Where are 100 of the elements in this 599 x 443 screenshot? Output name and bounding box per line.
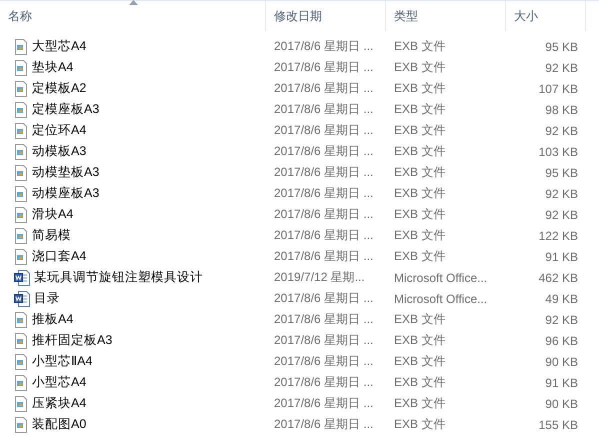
file-size: 122 KB [538, 228, 579, 242]
file-icon [14, 416, 28, 432]
modified-date: 2017/8/6 星期日 ... [273, 290, 374, 307]
file-name[interactable]: 大型芯A4 [32, 38, 86, 55]
file-size: 95 KB [544, 166, 579, 180]
file-size: 98 KB [544, 102, 579, 116]
file-icon [14, 144, 28, 160]
file-type: EXB 文件 [393, 248, 446, 265]
file-type: EXB 文件 [393, 416, 446, 433]
file-size: 92 KB [544, 208, 579, 222]
file-size: 92 KB [544, 312, 579, 326]
file-name[interactable]: 动模板A3 [32, 143, 86, 160]
file-name[interactable]: 浇口套A4 [32, 248, 86, 265]
file-size: 155 KB [538, 418, 579, 432]
file-name[interactable]: 压紧块A4 [32, 395, 86, 412]
file-type: EXB 文件 [393, 332, 446, 349]
file-type: EXB 文件 [393, 374, 446, 391]
file-name[interactable]: 滑块A4 [32, 206, 74, 223]
file-size: 107 KB [538, 82, 579, 96]
file-icon [14, 354, 28, 370]
file-name[interactable]: 动模座板A3 [32, 185, 100, 202]
file-size: 103 KB [538, 144, 579, 158]
file-type: EXB 文件 [393, 395, 446, 412]
file-size: 91 KB [544, 250, 579, 264]
file-icon [14, 374, 28, 390]
modified-date: 2017/8/6 星期日 ... [273, 416, 374, 433]
modified-date: 2017/8/6 星期日 ... [273, 143, 374, 160]
file-name[interactable]: 推板A4 [32, 311, 74, 328]
modified-date: 2017/8/6 星期日 ... [273, 353, 374, 370]
modified-date: 2017/8/6 星期日 ... [273, 374, 374, 391]
column-header[interactable]: 大小 [506, 1, 586, 31]
sort-caret-icon [128, 0, 138, 5]
file-size: 90 KB [544, 354, 579, 368]
file-name[interactable]: 目录 [34, 290, 60, 307]
file-icon [14, 186, 28, 202]
modified-date: 2019/7/12 星期... [273, 269, 366, 286]
modified-date: 2017/8/6 星期日 ... [273, 59, 374, 76]
file-type: EXB 文件 [393, 353, 446, 370]
file-size: 49 KB [544, 292, 579, 306]
modified-date: 2017/8/6 星期日 ... [273, 227, 374, 244]
column-header[interactable]: 名称 [0, 1, 266, 31]
file-name[interactable]: 定模座板A3 [32, 101, 100, 118]
file-size: 95 KB [544, 40, 579, 54]
file-name[interactable]: 定位环A4 [32, 122, 86, 139]
column-header[interactable]: 修改日期 [266, 1, 386, 31]
file-icon [14, 102, 28, 118]
modified-date: 2017/8/6 星期日 ... [273, 185, 374, 202]
file-icon [14, 312, 28, 328]
modified-date: 2017/8/6 星期日 ... [273, 311, 374, 328]
file-icon [14, 122, 28, 138]
file-type: EXB 文件 [393, 80, 446, 97]
file-icon [14, 206, 28, 222]
modified-date: 2017/8/6 星期日 ... [273, 38, 374, 55]
modified-date: 2017/8/6 星期日 ... [273, 164, 374, 181]
file-icon [14, 80, 28, 96]
file-type: EXB 文件 [393, 164, 446, 181]
file-icon [14, 60, 28, 76]
file-size: 96 KB [544, 334, 579, 348]
modified-date: 2017/8/6 星期日 ... [273, 122, 374, 139]
file-icon [14, 248, 28, 264]
file-type: EXB 文件 [393, 185, 446, 202]
file-name[interactable]: 推杆固定板A3 [32, 332, 112, 349]
modified-date: 2017/8/6 星期日 ... [273, 101, 374, 118]
file-icon [14, 164, 28, 180]
file-name[interactable]: 定模板A2 [32, 80, 86, 97]
column-header[interactable]: 类型 [386, 1, 506, 31]
file-type: EXB 文件 [393, 143, 446, 160]
file-type: Microsoft Office... [393, 270, 488, 284]
file-name[interactable]: 动模垫板A3 [32, 164, 100, 181]
file-size: 92 KB [544, 124, 579, 138]
file-type: EXB 文件 [393, 38, 446, 55]
file-type: EXB 文件 [393, 206, 446, 223]
word-document-icon [14, 270, 30, 286]
file-icon [14, 332, 28, 348]
file-size: 92 KB [544, 186, 579, 200]
file-type: EXB 文件 [393, 311, 446, 328]
file-name[interactable]: 小型芯ⅡA4 [32, 353, 92, 370]
file-name[interactable]: 简易模 [32, 227, 71, 244]
file-name[interactable]: 垫块A4 [32, 59, 74, 76]
file-type: EXB 文件 [393, 227, 446, 244]
file-type: Microsoft Office... [393, 292, 488, 306]
file-type: EXB 文件 [393, 101, 446, 118]
file-size: 91 KB [544, 376, 579, 390]
modified-date: 2017/8/6 星期日 ... [273, 332, 374, 349]
file-icon [14, 228, 28, 244]
file-icon [14, 38, 28, 54]
file-size: 90 KB [544, 396, 579, 410]
file-name[interactable]: 小型芯A4 [32, 374, 86, 391]
file-type: EXB 文件 [393, 122, 446, 139]
file-size: 462 KB [538, 270, 579, 284]
file-type: EXB 文件 [393, 59, 446, 76]
modified-date: 2017/8/6 星期日 ... [273, 395, 374, 412]
modified-date: 2017/8/6 星期日 ... [273, 206, 374, 223]
file-name[interactable]: 某玩具调节旋钮注塑模具设计 [34, 269, 203, 286]
word-document-icon [14, 290, 30, 306]
file-name[interactable]: 装配图A0 [32, 416, 86, 433]
modified-date: 2017/8/6 星期日 ... [273, 80, 374, 97]
file-icon [14, 396, 28, 412]
modified-date: 2017/8/6 星期日 ... [273, 248, 374, 265]
file-size: 92 KB [544, 60, 579, 74]
